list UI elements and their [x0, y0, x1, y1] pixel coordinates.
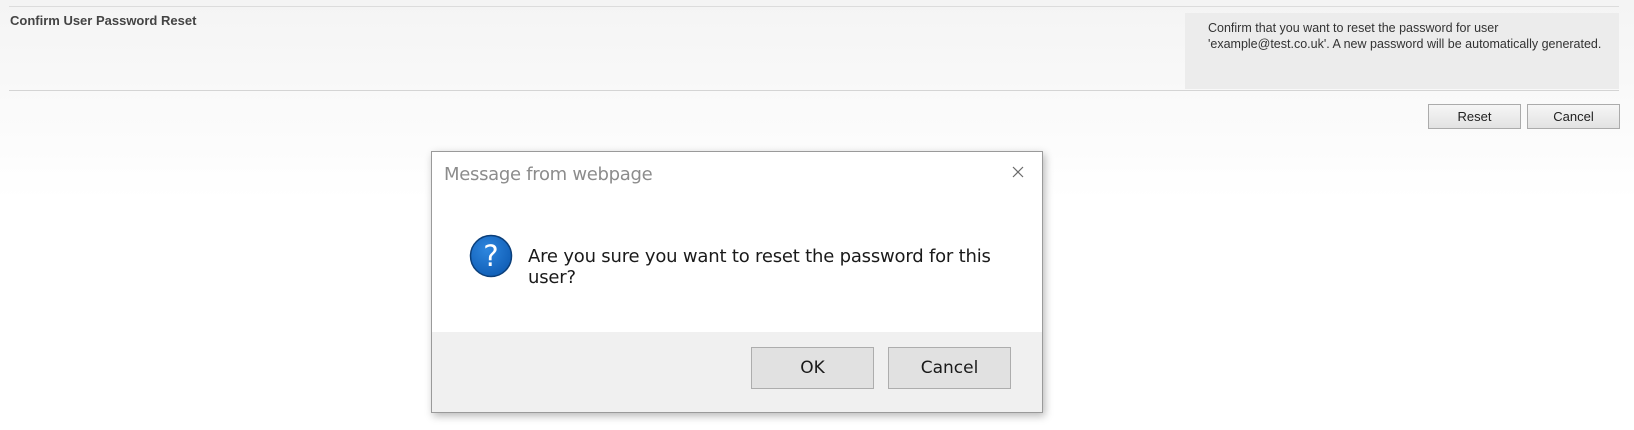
dialog-cancel-button[interactable]: Cancel — [888, 347, 1011, 389]
description-text: Confirm that you want to reset the passw… — [1208, 21, 1602, 51]
page-cancel-button[interactable]: Cancel — [1527, 104, 1620, 129]
top-divider — [9, 6, 1619, 7]
page: Confirm User Password Reset Confirm that… — [0, 0, 1634, 430]
dialog-message: Are you sure you want to reset the passw… — [528, 246, 991, 288]
confirm-dialog: Message from webpage ? Are you sure you … — [431, 151, 1043, 413]
ok-button[interactable]: OK — [751, 347, 874, 389]
section-divider — [9, 90, 1619, 91]
dialog-title: Message from webpage — [444, 164, 653, 185]
dialog-footer: OK Cancel — [432, 332, 1042, 412]
question-icon: ? — [469, 234, 513, 278]
svg-text:?: ? — [483, 239, 498, 273]
reset-button[interactable]: Reset — [1428, 104, 1521, 129]
dialog-body: ? Are you sure you want to reset the pas… — [432, 202, 1042, 324]
close-icon[interactable] — [1008, 162, 1028, 182]
section-title: Confirm User Password Reset — [10, 13, 197, 28]
description-box: Confirm that you want to reset the passw… — [1185, 13, 1619, 89]
